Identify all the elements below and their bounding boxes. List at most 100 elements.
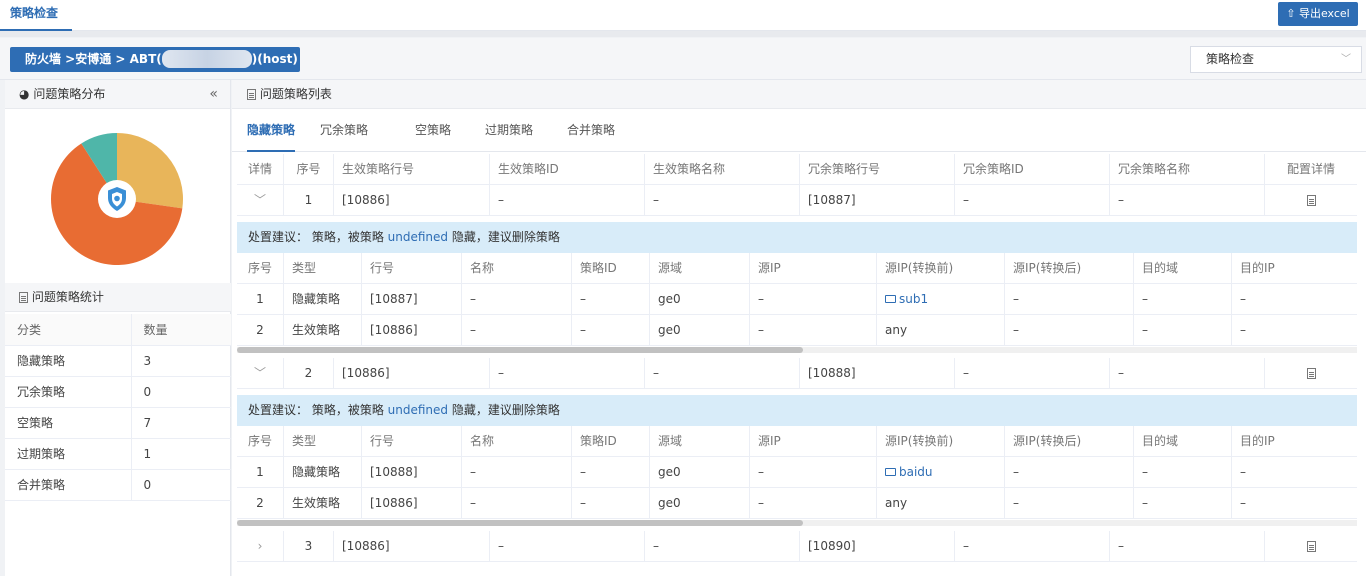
header-redundant-line: 冗余策略行号 xyxy=(800,154,955,185)
sub-header-src-ip-after: 源IP(转换后) xyxy=(1005,253,1134,284)
scrollbar-thumb[interactable] xyxy=(237,347,803,353)
distribution-header: ◕ 问题策略分布 « xyxy=(5,80,230,109)
table-cell: – xyxy=(1005,315,1134,346)
table-cell: 隐藏策略 xyxy=(284,284,362,315)
expand-toggle: ﹀ xyxy=(237,358,284,389)
category-cell: 空策略 xyxy=(5,407,132,439)
sub-header-line: 行号 xyxy=(362,426,462,457)
sub-header-seq: 序号 xyxy=(237,253,284,284)
header-redundant-name: 冗余策略名称 xyxy=(1110,154,1265,185)
config-detail-cell xyxy=(1265,185,1357,216)
monitor-icon xyxy=(885,467,896,476)
table-cell: – xyxy=(1005,457,1134,488)
table-cell: – xyxy=(750,457,877,488)
sub-table-header-row: 序号 类型 行号 名称 策略ID 源域 源IP 源IP(转换前) 源IP(转换后) 目的域 目的IP xyxy=(237,253,1357,284)
check-type-select[interactable]: 策略检查 ﹀ xyxy=(1190,46,1362,73)
effective-name-cell: – xyxy=(645,531,800,562)
sub-table-row[interactable]: 1 隐藏策略 [10887] – – ge0– sub1– – – xyxy=(237,284,1357,315)
redundant-line-cell: [10890] xyxy=(800,531,955,562)
advice-text: 处置建议： 策略，被策略 xyxy=(248,230,388,244)
table-cell: [10887] xyxy=(362,284,462,315)
tab-redundant[interactable]: 冗余策略 xyxy=(320,110,368,152)
address-object-link[interactable]: baidu xyxy=(885,465,933,479)
sub-table-row[interactable]: 1 隐藏策略 [10888] – – ge0– baidu – – – xyxy=(237,457,1357,488)
tab-hidden[interactable]: 隐藏策略 xyxy=(247,110,296,152)
sub-header-policy-id: 策略ID xyxy=(572,253,650,284)
distribution-pie-chart xyxy=(51,133,183,265)
table-row[interactable]: ﹀ 1 [10886] – – [10887] – – xyxy=(237,185,1357,216)
table-cell: 2 xyxy=(237,488,284,519)
redundant-line-cell: [10887] xyxy=(800,185,955,216)
sub-table-row[interactable]: 2 生效策略 [10886] – – ge0– any – – – xyxy=(237,488,1357,519)
table-cell: baidu xyxy=(877,457,1005,488)
table-cell: any xyxy=(877,315,1005,346)
config-detail-icon[interactable] xyxy=(1306,541,1316,552)
config-detail-cell xyxy=(1265,358,1357,389)
table-cell: – xyxy=(1134,284,1232,315)
sub-header-name: 名称 xyxy=(462,426,572,457)
category-cell: 隐藏策略 xyxy=(5,345,132,377)
chevron-right-icon[interactable]: › xyxy=(258,539,263,553)
tab-merge[interactable]: 合并策略 xyxy=(567,110,615,152)
chevron-down-icon[interactable]: ﹀ xyxy=(254,366,266,380)
horizontal-scrollbar[interactable] xyxy=(237,520,1357,526)
count-cell: 3 xyxy=(131,345,231,377)
header-seq: 序号 xyxy=(284,154,334,185)
table-cell: ge0 xyxy=(650,457,750,488)
table-cell: ge0 xyxy=(650,315,750,346)
right-panel: 问题策略列表 隐藏策略 冗余策略 空策略 过期策略 合并策略 详情 序号 生效策略行… xyxy=(232,80,1366,576)
redundant-name-cell: – xyxy=(1110,358,1265,389)
table-row[interactable]: ﹀ 2 [10886] – – [10888] – – xyxy=(237,358,1357,389)
shield-dot xyxy=(114,195,120,202)
horizontal-scrollbar[interactable] xyxy=(237,347,1357,353)
advice-policy-link[interactable]: undefined xyxy=(388,230,448,244)
collapse-icon[interactable]: « xyxy=(209,80,218,109)
pie-chart-icon: ◕ xyxy=(19,87,30,101)
table-header-row: 详情 序号 生效策略行号 生效策略ID 生效策略名称 冗余策略行号 冗余策略ID 冗余策略名称… xyxy=(237,154,1357,185)
sub-header-policy-id: 策略ID xyxy=(572,426,650,457)
category-cell: 合并策略 xyxy=(5,469,132,501)
statistics-row: 空策略 7 xyxy=(5,407,231,439)
config-detail-icon[interactable] xyxy=(1306,368,1316,379)
count-cell: 0 xyxy=(131,469,231,501)
advice-policy-link[interactable]: undefined xyxy=(388,403,448,417)
category-cell: 过期策略 xyxy=(5,438,132,470)
table-cell: [10886] xyxy=(362,488,462,519)
breadcrumb[interactable]: 防火墙 >安博通 > ABT()(host) xyxy=(10,47,300,72)
sub-header-dst-ip: 目的IP xyxy=(1240,261,1275,275)
redundant-id-cell: – xyxy=(955,531,1110,562)
table-cell: – xyxy=(1005,488,1134,519)
table-cell: – xyxy=(750,315,877,346)
address-object-name: baidu xyxy=(899,465,933,479)
table-cell: – xyxy=(462,457,572,488)
seq-cell: 2 xyxy=(284,358,334,389)
config-detail-icon[interactable] xyxy=(1306,195,1316,206)
tab-expired[interactable]: 过期策略 xyxy=(485,110,533,152)
distribution-title: 问题策略分布 xyxy=(33,87,106,101)
effective-line-cell: [10886] xyxy=(334,531,490,562)
tab-empty[interactable]: 空策略 xyxy=(415,110,451,152)
chevron-down-icon: ﹀ xyxy=(1341,54,1351,65)
table-cell: – xyxy=(462,284,572,315)
export-excel-button[interactable]: ⇧ 导出excel xyxy=(1278,2,1358,26)
address-object-link[interactable]: sub1 xyxy=(885,292,928,306)
header-category: 分类 xyxy=(5,314,132,346)
chevron-down-icon[interactable]: ﹀ xyxy=(254,193,266,207)
table-cell: – xyxy=(1240,323,1246,337)
scrollbar-thumb[interactable] xyxy=(237,520,803,526)
table-cell: – xyxy=(1240,292,1246,306)
sub-header-dst-zone: 目的域 xyxy=(1134,253,1232,284)
statistics-header: 问题策略统计 xyxy=(5,283,231,312)
table-row[interactable]: › 3 [10886] – – [10890] – – xyxy=(237,531,1357,562)
sub-table-header-row: 序号 类型 行号 名称 策略ID 源域 源IP 源IP(转换前) 源IP(转换后) 目的域 目的IP xyxy=(237,426,1357,457)
redundant-name-cell: – xyxy=(1110,185,1265,216)
sub-header-line: 行号 xyxy=(362,253,462,284)
tab-policy-check[interactable]: 策略检查 xyxy=(0,0,72,31)
effective-name-cell: – xyxy=(645,358,800,389)
table-cell: 隐藏策略 xyxy=(284,457,362,488)
count-cell: 0 xyxy=(131,376,231,408)
sub-header-src-ip-after: 源IP(转换后) xyxy=(1005,426,1134,457)
sub-table-row[interactable]: 2 生效策略 [10886] – – ge0– any – – – xyxy=(237,315,1357,346)
table-cell: [10888] xyxy=(362,457,462,488)
header-effective-line: 生效策略行号 xyxy=(334,154,490,185)
